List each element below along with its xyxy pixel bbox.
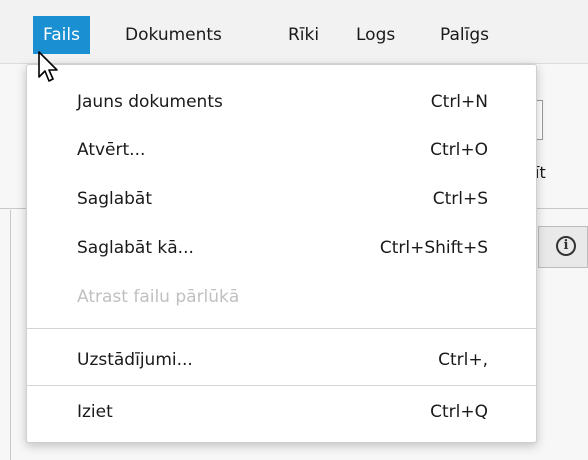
menu-item-label: Saglabāt kā... bbox=[77, 238, 194, 258]
menu-item-shortcut: Ctrl+N bbox=[430, 92, 488, 112]
mouse-cursor-icon bbox=[38, 51, 58, 82]
menu-item-label: Saglabāt bbox=[77, 189, 153, 209]
file-menu-dropdown: Jauns dokuments Ctrl+N Atvērt... Ctrl+O … bbox=[26, 64, 537, 443]
menu-paligs[interactable]: Palīgs bbox=[430, 16, 499, 54]
menu-item-shortcut: Ctrl+S bbox=[432, 189, 488, 209]
menu-fails[interactable]: Fails bbox=[33, 16, 90, 54]
menu-item-show-in-explorer: Atrast failu pārlūkā bbox=[27, 276, 536, 318]
menu-item-save-as[interactable]: Saglabāt kā... Ctrl+Shift+S bbox=[27, 227, 536, 269]
menu-dokuments[interactable]: Dokuments bbox=[115, 16, 232, 54]
menu-item-shortcut: Ctrl+O bbox=[430, 140, 488, 160]
menu-item-label: Atrast failu pārlūkā bbox=[77, 287, 240, 307]
menu-item-label: Uzstādījumi... bbox=[77, 350, 193, 370]
menu-separator bbox=[27, 385, 536, 386]
menu-item-shortcut: Ctrl+, bbox=[438, 350, 488, 370]
menu-item-shortcut: Ctrl+Shift+S bbox=[379, 238, 488, 258]
menu-item-settings[interactable]: Uzstādījumi... Ctrl+, bbox=[27, 339, 536, 381]
menu-item-exit[interactable]: Iziet Ctrl+Q bbox=[27, 391, 536, 433]
menu-item-save[interactable]: Saglabāt Ctrl+S bbox=[27, 178, 536, 220]
menu-item-label: Jauns dokuments bbox=[77, 92, 223, 112]
menu-bar: Fails Dokuments Rīki Logs Palīgs bbox=[0, 0, 588, 64]
info-icon[interactable]: i bbox=[556, 236, 576, 256]
menu-separator bbox=[27, 328, 536, 329]
menu-item-label: Atvērt... bbox=[77, 140, 146, 160]
menu-item-shortcut: Ctrl+Q bbox=[430, 402, 488, 422]
menu-item-open[interactable]: Atvērt... Ctrl+O bbox=[27, 129, 536, 171]
background-panel-border bbox=[10, 210, 11, 460]
menu-logs[interactable]: Logs bbox=[346, 16, 405, 54]
menu-riki[interactable]: Rīki bbox=[278, 16, 329, 54]
menu-item-label: Iziet bbox=[77, 402, 113, 422]
menu-item-new-document[interactable]: Jauns dokuments Ctrl+N bbox=[27, 81, 536, 123]
